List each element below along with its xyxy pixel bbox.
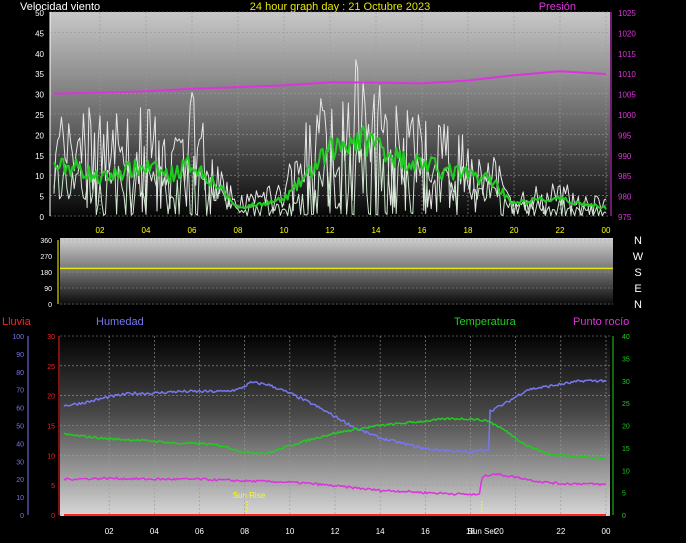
wind-y-tick-label: 15 [35,152,44,161]
wind-x-tick-label: 12 [326,226,335,235]
sunset-label: Sun Set [468,527,497,536]
humidity-y-tick-label: 100 [12,334,24,341]
wind-x-tick-label: 14 [372,226,381,235]
pressure-y-tick-label: 990 [618,152,632,161]
compass-label: S [634,267,641,279]
temperature-y-tick-label: 35 [622,356,630,363]
humidity-x-tick-label: 06 [195,527,204,536]
wind-speed-title: Velocidad viento [20,1,100,13]
humidity-y-tick-label: 50 [16,424,24,431]
wind-x-tick-label: 00 [602,226,611,235]
sunrise-label: Sun Rise [233,491,266,500]
temperature-y-tick-label: 0 [622,513,626,520]
humidity-x-tick-label: 10 [285,527,294,536]
direction-y-tick-label: 0 [48,302,52,309]
pressure-y-tick-label: 1015 [618,50,636,59]
wind-y-tick-label: 35 [35,70,44,79]
rain-y-tick-label: 20 [47,394,55,401]
temperature-y-tick-label: 20 [622,424,630,431]
wind-y-tick-label: 5 [40,193,45,202]
pressure-y-tick-label: 975 [618,213,632,222]
chart-date-title: 24 hour graph day : 21 Octubre 2023 [250,1,430,13]
pressure-title: Presión [539,1,576,13]
humidity-x-tick-label: 04 [150,527,159,536]
humidity-y-tick-label: 20 [16,477,24,484]
direction-y-tick-label: 180 [40,270,52,277]
temperature-y-tick-label: 25 [622,401,630,408]
temperature-y-tick-label: 15 [622,446,630,453]
wind-x-tick-label: 08 [234,226,243,235]
rain-y-tick-label: 15 [47,424,55,431]
temperature-y-tick-label: 5 [622,491,626,498]
humidity-x-tick-label: 22 [556,527,565,536]
wind-x-tick-label: 06 [188,226,197,235]
wind-x-tick-label: 20 [510,226,519,235]
pressure-y-tick-label: 985 [618,172,632,181]
humidity-y-tick-label: 80 [16,370,24,377]
compass-label: E [634,283,641,295]
wind-x-tick-label: 02 [96,226,105,235]
humidity-x-tick-label: 20 [495,527,504,536]
humidity-y-tick-label: 60 [16,406,24,413]
pressure-y-tick-label: 1000 [618,111,636,120]
direction-panel-background [60,238,613,305]
pressure-y-tick-label: 980 [618,193,632,202]
humidity-y-tick-label: 40 [16,441,24,448]
rain-y-tick-label: 10 [47,453,55,460]
compass-label: N [634,235,642,247]
pressure-y-tick-label: 1010 [618,70,636,79]
humidity-y-tick-label: 10 [16,495,24,502]
wind-x-tick-label: 22 [556,226,565,235]
wind-x-tick-label: 18 [464,226,473,235]
temperature-y-tick-label: 10 [622,468,630,475]
humidity-x-tick-label: 14 [376,527,385,536]
temperature-y-tick-label: 40 [622,334,630,341]
pressure-y-tick-label: 1020 [618,29,636,38]
humidity-x-tick-label: 12 [331,527,340,536]
rain-axis-title: Lluvia [2,316,32,328]
direction-y-tick-label: 90 [44,286,52,293]
humidity-y-tick-label: 30 [16,459,24,466]
wind-y-tick-label: 10 [35,172,44,181]
wind-y-tick-label: 25 [35,111,44,120]
humidity-x-tick-label: 02 [105,527,114,536]
wind-y-tick-label: 40 [35,50,44,59]
humidity-axis-title: Humedad [96,316,144,328]
compass-label: W [633,251,644,263]
weather-chart: Velocidad viento 24 hour graph day : 21 … [2,1,644,536]
pressure-y-tick-label: 995 [618,131,632,140]
wind-y-tick-label: 20 [35,131,44,140]
temperature-y-tick-label: 30 [622,379,630,386]
humidity-x-tick-label: 00 [602,527,611,536]
wind-x-tick-label: 04 [142,226,151,235]
pressure-y-tick-label: 1025 [618,9,636,18]
rain-y-tick-label: 5 [51,483,55,490]
rain-y-tick-label: 25 [47,364,55,371]
rain-y-tick-label: 0 [51,513,55,520]
direction-y-tick-label: 360 [40,238,52,245]
wind-y-tick-label: 0 [40,213,45,222]
wind-y-tick-label: 45 [35,29,44,38]
temperature-axis-title: Temperatura [454,316,517,328]
wind-y-tick-label: 50 [35,9,44,18]
humidity-x-tick-label: 16 [421,527,430,536]
rain-y-tick-label: 30 [47,334,55,341]
compass-label: N [634,299,642,311]
dewpoint-axis-title: Punto rocío [573,316,629,328]
direction-y-tick-label: 270 [40,254,52,261]
wind-y-tick-label: 30 [35,91,44,100]
pressure-y-tick-label: 1005 [618,91,636,100]
wind-x-tick-label: 10 [280,226,289,235]
wind-x-tick-label: 16 [418,226,427,235]
humidity-y-tick-label: 0 [20,513,24,520]
humidity-y-tick-label: 70 [16,388,24,395]
humidity-y-tick-label: 90 [16,352,24,359]
humidity-x-tick-label: 08 [240,527,249,536]
